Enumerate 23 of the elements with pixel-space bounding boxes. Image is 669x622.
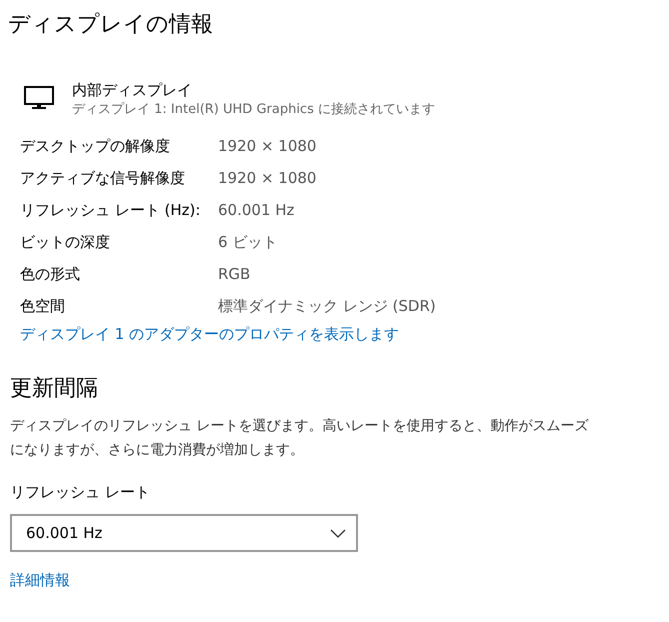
field-label: リフレッシュ レート [10, 482, 151, 502]
property-value: 60.001 Hz [218, 200, 296, 221]
property-label: 色空間 [20, 296, 66, 317]
property-value: RGB [218, 264, 252, 285]
property-label: 色の形式 [20, 264, 81, 285]
property-label: デスクトップの解像度 [20, 136, 171, 157]
property-label: ビットの深度 [20, 232, 111, 253]
property-label: リフレッシュ レート (Hz): [20, 200, 202, 221]
section-heading: 更新間隔 [10, 375, 99, 403]
page-title: ディスプレイの情報 [8, 11, 214, 39]
property-value: 6 ビット [218, 232, 278, 253]
property-value: 1920 × 1080 [218, 168, 318, 189]
chevron-down-icon [330, 528, 346, 538]
more-info-link[interactable]: 詳細情報 [10, 571, 70, 590]
property-label: アクティブな信号解像度 [20, 168, 186, 189]
section-description: ディスプレイのリフレッシュ レートを選びます。高いレートを使用すると、動作がスムーズ になりますが、さらに電力消費が増加します。 [10, 417, 590, 460]
monitor-icon [24, 86, 54, 110]
property-value: 1920 × 1080 [218, 136, 318, 157]
display-name: 内部ディスプレイ [72, 80, 193, 100]
refresh-rate-dropdown[interactable]: 60.001 Hz [10, 514, 358, 552]
display-description: ディスプレイ 1: Intel(R) UHD Graphics に接続されています [72, 101, 435, 119]
property-value: 標準ダイナミック レンジ (SDR) [218, 296, 437, 317]
adapter-properties-link[interactable]: ディスプレイ 1 のアダプターのプロパティを表示します [20, 325, 400, 344]
